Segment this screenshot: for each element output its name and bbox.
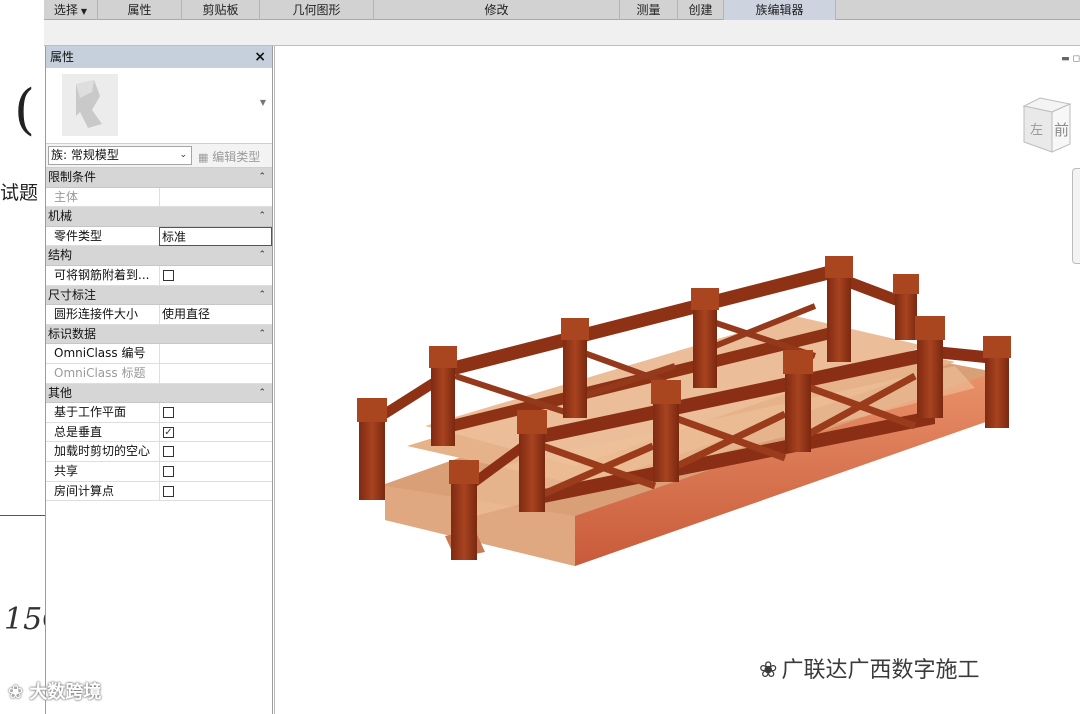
checkbox[interactable] <box>163 446 174 458</box>
collapse-icon[interactable]: ⌃ <box>258 325 266 345</box>
property-name: 基于工作平面 <box>54 405 127 420</box>
section-other[interactable]: 其他 ⌃ <box>46 383 272 404</box>
section-constraints[interactable]: 限制条件 ⌃ <box>46 168 272 188</box>
property-value <box>159 363 272 384</box>
property-row-room-calc: 房间计算点 <box>46 481 272 502</box>
property-value: ✓ <box>159 422 272 443</box>
property-name: 零件类型 <box>54 228 103 243</box>
edit-type-button[interactable]: ▦ 编辑类型 <box>198 148 260 165</box>
properties-title: 属性 <box>50 50 75 64</box>
collapse-icon[interactable]: ⌃ <box>258 246 266 266</box>
collapse-icon[interactable]: ⌃ <box>258 384 266 404</box>
property-row-omniclass-title: OmniClass 标题 <box>46 363 272 384</box>
ribbon-create[interactable]: 创建 <box>678 0 724 20</box>
chevron-down-icon[interactable]: ▼ <box>260 98 266 107</box>
doc-question-text: 试题 <box>0 182 39 204</box>
checkbox[interactable] <box>163 485 174 497</box>
chevron-down-icon: ⌄ <box>179 150 187 160</box>
property-name: OmniClass 标题 <box>54 365 146 380</box>
collapse-icon[interactable]: ⌃ <box>258 168 266 188</box>
property-value <box>159 265 272 286</box>
property-row-work-plane: 基于工作平面 <box>46 403 272 423</box>
section-mechanical[interactable]: 机械 ⌃ <box>46 207 272 227</box>
background-document: ( 试题 15C <box>0 0 46 714</box>
close-icon[interactable]: × <box>254 46 266 68</box>
wechat-icon: ❀ <box>8 682 24 703</box>
property-name: 房间计算点 <box>54 483 115 498</box>
ribbon-measure[interactable]: 测量 <box>620 0 678 20</box>
property-name: 加载时剪切的空心 <box>54 444 151 459</box>
3d-viewport[interactable]: ▬ ◻ 左 前 ❀ 广联达广西数字施工 <box>274 46 1080 714</box>
checkbox-checked[interactable]: ✓ <box>163 426 174 438</box>
property-row-part-type: 零件类型 标准 <box>46 226 272 247</box>
family-row: 族: 常规模型 ⌄ ▦ 编辑类型 <box>46 144 272 168</box>
watermark: ❀ 广联达广西数字施工 <box>759 658 980 683</box>
screen: { "background_doc": { "paren": "(", "que… <box>0 0 1080 714</box>
ribbon-select[interactable]: 选择 ▼ <box>44 0 98 20</box>
property-value <box>159 461 272 482</box>
property-row-cut-voids: 加载时剪切的空心 <box>46 442 272 462</box>
doc-line <box>0 515 46 516</box>
checkbox[interactable] <box>163 407 174 419</box>
property-name: 共享 <box>54 463 79 478</box>
property-row-host: 主体 <box>46 187 272 208</box>
properties-title-bar: 属性 × <box>46 46 272 68</box>
property-name: 主体 <box>54 189 79 204</box>
type-selector[interactable]: ▼ <box>46 68 272 144</box>
property-value[interactable] <box>159 344 272 364</box>
section-dimensions[interactable]: 尺寸标注 ⌃ <box>46 285 272 306</box>
collapse-icon[interactable]: ⌃ <box>258 207 266 227</box>
edit-type-icon: ▦ <box>198 151 209 164</box>
family-preview-icon <box>62 74 118 136</box>
ribbon-family-editor[interactable]: 族编辑器 <box>724 0 836 20</box>
checkbox[interactable] <box>163 465 174 477</box>
section-identity-data[interactable]: 标识数据 ⌃ <box>46 324 272 345</box>
property-row-omniclass-number: OmniClass 编号 <box>46 344 272 364</box>
part-type-field[interactable]: 标准 <box>159 226 272 246</box>
property-value[interactable]: 使用直径 <box>159 305 272 325</box>
property-value <box>159 403 272 423</box>
property-value <box>159 187 272 208</box>
property-name: 圆形连接件大小 <box>54 307 139 322</box>
property-name: 可将钢筋附着到... <box>54 267 150 282</box>
property-name: 总是垂直 <box>54 424 103 439</box>
property-name: OmniClass 编号 <box>54 346 146 361</box>
watermark-bottom: ❀ 大数跨境 <box>8 682 102 703</box>
wechat-icon: ❀ <box>759 658 778 683</box>
ribbon-geometry[interactable]: 几何图形 <box>260 0 374 20</box>
ribbon-modify[interactable]: 修改 <box>374 0 620 20</box>
property-row-rebar: 可将钢筋附着到... <box>46 265 272 286</box>
bridge-model <box>357 256 1011 566</box>
checkbox[interactable] <box>163 269 174 281</box>
property-row-always-vertical: 总是垂直 ✓ <box>46 422 272 443</box>
section-structural[interactable]: 结构 ⌃ <box>46 246 272 266</box>
property-value <box>159 442 272 462</box>
collapse-icon[interactable]: ⌃ <box>258 286 266 306</box>
properties-palette: 属性 × ▼ 族: 常规模型 ⌄ ▦ 编辑类型 限制条件 ⌃ 主体 机械 ⌃ 零… <box>45 46 273 714</box>
doc-paren: ( <box>14 78 36 141</box>
ribbon-properties[interactable]: 属性 <box>98 0 182 20</box>
family-dropdown[interactable]: 族: 常规模型 ⌄ <box>48 146 192 165</box>
ribbon-panel-bar: 选择 ▼ 属性 剪贴板 几何图形 修改 测量 创建 族编辑器 <box>44 0 1080 20</box>
doc-number: 15C <box>4 602 46 637</box>
ribbon-clipboard[interactable]: 剪贴板 <box>182 0 260 20</box>
chevron-down-icon: ▼ <box>80 7 88 16</box>
property-row-shared: 共享 <box>46 461 272 482</box>
property-value <box>159 481 272 502</box>
ribbon-gap <box>44 20 1080 46</box>
property-row-connector-size: 圆形连接件大小 使用直径 <box>46 305 272 325</box>
